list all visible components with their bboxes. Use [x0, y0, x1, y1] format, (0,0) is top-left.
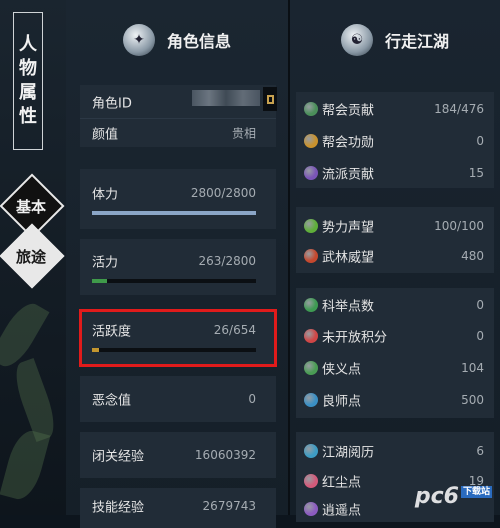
skill-exp-label: 技能经验 — [92, 500, 145, 516]
appearance-value: 贵相 — [231, 126, 256, 141]
bamboo-leaf-decoration — [9, 357, 61, 443]
guild-merit-icon — [304, 134, 318, 148]
watermark-logo: pc6 下载站 — [415, 484, 492, 509]
highlight-box — [79, 309, 277, 367]
journey-item: 流派贡献 15 — [296, 158, 494, 188]
mentor-icon — [304, 393, 318, 407]
watermark-badge: 下载站 — [460, 486, 492, 498]
journey-item: 良师点 500 — [296, 385, 494, 415]
tab-journey-label[interactable]: 旅途 — [0, 246, 62, 267]
journey-item-value: 0 — [476, 329, 484, 343]
role-id-label: 角色ID — [92, 96, 132, 111]
journey-item-value: 0 — [476, 134, 484, 148]
journey-item-label: 武林威望 — [322, 250, 375, 266]
title-char: 物 — [19, 58, 37, 79]
vitality-bar-fill — [92, 279, 108, 283]
copy-icon — [266, 94, 274, 104]
journey-icon: ☯ — [340, 24, 373, 56]
stamina-bar-fill — [92, 211, 256, 215]
journey-item: 未开放积分 0 — [296, 321, 494, 351]
guild-contribution-icon — [304, 102, 318, 116]
experience-icon — [304, 444, 318, 458]
journey-item-label: 侠义点 — [322, 362, 362, 378]
journey-item-label: 红尘点 — [322, 475, 362, 491]
journey-item-label: 良师点 — [322, 394, 362, 410]
journey-item: 侠义点 104 — [296, 353, 494, 383]
journey-item-value: 104 — [461, 361, 484, 375]
journey-item-value: 0 — [476, 298, 484, 312]
bamboo-leaf-decoration — [0, 426, 51, 504]
journey-item-label: 江湖阅历 — [322, 445, 375, 461]
character-info-title: 角色信息 — [166, 32, 231, 51]
journey-item: 帮会功勋 0 — [296, 126, 494, 156]
seclusion-exp-row: 闭关经验 16060392 — [80, 432, 276, 478]
skill-exp-row: 技能经验 2679743 — [80, 488, 276, 528]
journey-item: 帮会贡献 184/476 — [296, 94, 494, 124]
tab-basic-label[interactable]: 基本 — [0, 196, 62, 217]
stamina-label: 体力 — [92, 187, 119, 203]
character-info-icon: ✦ — [122, 24, 155, 56]
journey-title: 行走江湖 — [384, 32, 449, 51]
journey-group-points: 科举点数 0 未开放积分 0 侠义点 104 良师点 500 — [296, 288, 494, 418]
appearance-row: 颜值 贵相 — [80, 118, 276, 147]
faction-reputation-icon — [304, 219, 318, 233]
freedom-icon — [304, 502, 318, 516]
journey-item-value: 6 — [476, 444, 484, 458]
journey-item: 江湖阅历 6 — [296, 436, 494, 466]
seclusion-exp-value: 16060392 — [194, 448, 256, 462]
journey-item-label: 未开放积分 — [322, 330, 388, 346]
journey-item-label: 帮会功勋 — [322, 135, 375, 151]
seclusion-exp-label: 闭关经验 — [92, 449, 145, 465]
journey-item-value: 184/476 — [434, 102, 484, 116]
stamina-value: 2800/2800 — [190, 186, 256, 200]
martial-prestige-icon — [304, 249, 318, 263]
malice-label: 恶念值 — [92, 393, 132, 409]
journey-item: 武林威望 480 — [296, 241, 494, 271]
locked-points-icon — [304, 329, 318, 343]
watermark-text: pc6 — [414, 484, 459, 509]
skill-exp-value: 2679743 — [202, 499, 256, 513]
journey-item-value: 100/100 — [434, 219, 484, 233]
journey-item: 科举点数 0 — [296, 290, 494, 320]
vitality-value: 263/2800 — [198, 254, 257, 268]
journey-header: ☯ 行走江湖 — [290, 14, 500, 66]
journey-item: 势力声望 100/100 — [296, 211, 494, 241]
journey-item-label: 帮会贡献 — [322, 103, 375, 119]
vitality-label: 活力 — [92, 255, 119, 271]
journey-item-value: 500 — [461, 393, 484, 407]
stamina-row: 体力 2800/2800 — [80, 169, 276, 229]
school-contribution-icon — [304, 166, 318, 180]
journey-item-value: 15 — [468, 166, 484, 180]
journey-item-label: 势力声望 — [322, 220, 375, 236]
journey-group-reputation: 势力声望 100/100 武林威望 480 — [296, 207, 494, 273]
title-char: 人 — [19, 34, 37, 55]
vitality-bar — [92, 279, 256, 283]
role-id-value-blurred — [192, 90, 260, 106]
stamina-bar — [92, 211, 256, 215]
exam-points-icon — [304, 298, 318, 312]
journey-group-guild: 帮会贡献 184/476 帮会功勋 0 流派贡献 15 — [296, 92, 494, 188]
character-info-header: ✦ 角色信息 — [66, 14, 288, 66]
character-attributes-title: 人 物 属 性 — [13, 12, 43, 150]
journey-item-value: 480 — [461, 249, 484, 263]
title-char: 性 — [19, 106, 37, 127]
appearance-label: 颜值 — [92, 127, 119, 143]
red-dust-icon — [304, 474, 318, 488]
chivalry-icon — [304, 361, 318, 375]
malice-value: 0 — [248, 392, 256, 406]
left-sidebar: 人 物 属 性 基本 旅途 — [0, 0, 66, 515]
vitality-row: 活力 263/2800 — [80, 239, 276, 295]
malice-row: 恶念值 0 — [80, 376, 276, 422]
journey-item-label: 科举点数 — [322, 299, 375, 315]
journey-item-label: 逍遥点 — [322, 503, 362, 519]
copy-id-button[interactable] — [263, 87, 277, 111]
title-char: 属 — [19, 82, 37, 103]
journey-item-label: 流派贡献 — [322, 167, 375, 183]
